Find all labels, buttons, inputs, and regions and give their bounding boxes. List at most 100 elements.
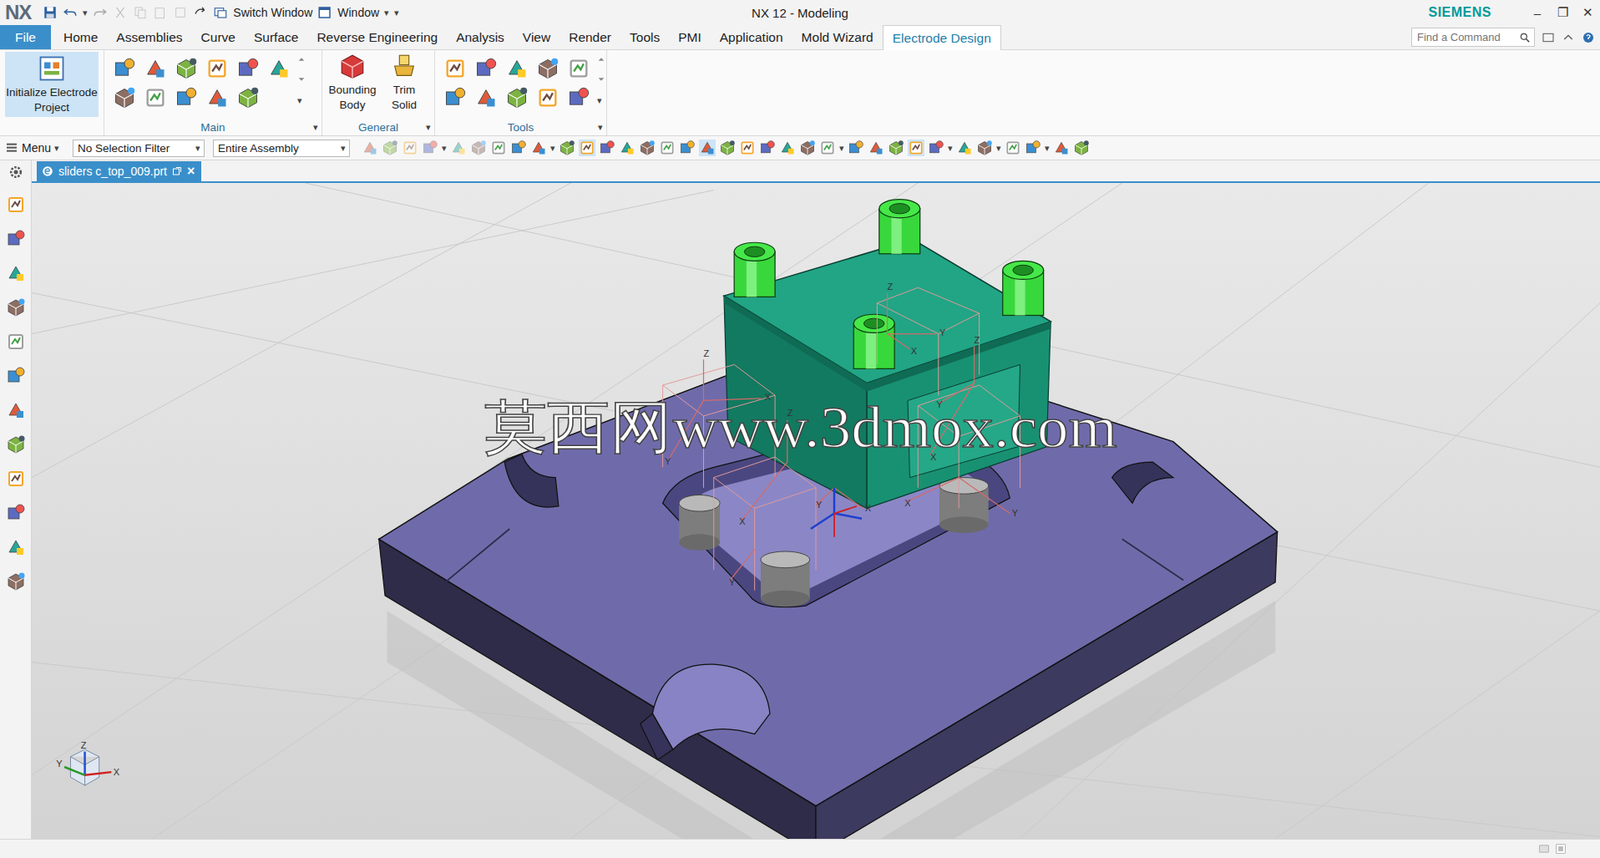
reuse-library-icon[interactable]	[5, 297, 26, 318]
selection-tool-icon[interactable]	[907, 139, 925, 157]
tool-icon[interactable]	[505, 56, 529, 81]
bounding-body-icon[interactable]	[338, 51, 367, 81]
selection-tool-icon[interactable]	[618, 139, 636, 157]
manufacturing-wizard-icon[interactable]	[5, 502, 26, 523]
web-browser-icon[interactable]	[5, 571, 26, 592]
selection-tool-icon[interactable]	[558, 139, 576, 157]
initialize-electrode-project-button[interactable]: Initialize Electrode Project	[5, 51, 99, 117]
tool-dropdown[interactable]: ▾	[441, 142, 447, 154]
history-icon[interactable]	[5, 400, 26, 421]
close-tab-button[interactable]: ×	[187, 163, 195, 179]
minimize-button[interactable]: –	[1524, 5, 1550, 21]
group-menu[interactable]: ▾	[425, 121, 431, 133]
search-icon[interactable]	[1518, 31, 1531, 44]
window-icon[interactable]	[317, 5, 333, 21]
selection-tool-icon[interactable]	[421, 139, 439, 157]
selection-tool-icon[interactable]	[490, 139, 507, 157]
scroll-up-icon[interactable]	[297, 55, 306, 64]
ribbon-tab[interactable]: View	[513, 25, 560, 50]
electrode-project-icon[interactable]	[36, 53, 67, 84]
undo-icon[interactable]	[62, 5, 78, 21]
menu-icon[interactable]	[5, 141, 19, 155]
process-studio-icon[interactable]	[5, 468, 26, 489]
selection-tool-icon[interactable]	[510, 139, 527, 157]
redo-icon[interactable]	[92, 5, 108, 21]
selection-tool-icon[interactable]	[887, 139, 905, 157]
electrode-tool-icon[interactable]	[174, 56, 198, 81]
collapse-icon[interactable]	[1561, 30, 1575, 45]
view-manager-icon[interactable]	[5, 331, 26, 352]
constraint-navigator-icon[interactable]	[5, 228, 26, 249]
menu-button[interactable]: Menu▾	[5, 141, 68, 155]
electrode-tool-icon[interactable]	[236, 56, 260, 81]
tool-dropdown[interactable]: ▾	[996, 142, 1002, 154]
help-icon[interactable]	[1581, 30, 1595, 45]
restore-button[interactable]: ❐	[1549, 5, 1575, 21]
tool-icon[interactable]	[536, 86, 560, 110]
window-menu[interactable]: Window	[337, 5, 380, 20]
tool-icon[interactable]	[505, 86, 529, 110]
part-navigator-icon[interactable]	[5, 263, 26, 284]
ribbon-tab[interactable]: Application	[710, 25, 793, 50]
selection-tool-icon[interactable]	[381, 139, 399, 157]
ribbon-tab[interactable]: PMI	[668, 25, 711, 50]
tool-dropdown[interactable]: ▾	[550, 142, 556, 154]
selection-tool-icon[interactable]	[638, 139, 656, 157]
selection-tool-icon[interactable]	[658, 139, 676, 157]
ribbon-tab[interactable]: Surface	[244, 25, 308, 50]
selection-tool-icon[interactable]	[779, 139, 796, 157]
electrode-tool-icon[interactable]	[174, 86, 198, 110]
selection-tool-icon[interactable]	[1024, 139, 1042, 157]
paste-icon[interactable]	[152, 5, 168, 21]
selection-tool-icon[interactable]	[361, 139, 379, 157]
document-tab[interactable]: sliders c_top_009.prt×	[36, 161, 202, 182]
undock-icon[interactable]	[172, 166, 183, 177]
copy-icon[interactable]	[132, 5, 148, 21]
selection-tool-icon[interactable]	[739, 139, 756, 157]
assembly-navigator-icon[interactable]	[5, 194, 26, 215]
tool-icon[interactable]	[443, 56, 467, 81]
selection-tool-icon[interactable]	[401, 139, 419, 157]
quick-access-dropdown[interactable]: ▾	[394, 7, 400, 19]
selection-tool-icon[interactable]	[678, 139, 696, 157]
selection-tool-icon[interactable]	[578, 139, 596, 157]
group-menu[interactable]: ▾	[597, 121, 603, 133]
tool-dropdown[interactable]: ▾	[1044, 142, 1050, 154]
group-menu[interactable]: ▾	[313, 121, 319, 133]
electrode-tool-icon[interactable]	[112, 56, 137, 81]
ribbon-tab[interactable]: Mold Wizard	[792, 25, 883, 50]
graphics-window[interactable]: ZYXZXYZYXYXZXYYXZYX莫西网www.3dmox.com	[31, 182, 1600, 839]
tool-icon[interactable]	[474, 56, 498, 81]
gallery-more[interactable]: ▾	[297, 95, 306, 107]
electrode-tool-icon[interactable]	[267, 56, 291, 81]
ribbon-options-icon[interactable]	[1541, 30, 1555, 45]
selection-tool-icon[interactable]	[1053, 139, 1070, 157]
tool-icon[interactable]	[474, 86, 498, 110]
selection-tool-icon[interactable]	[450, 139, 467, 157]
electrode-tool-icon[interactable]	[236, 86, 260, 110]
ribbon-tab[interactable]: Analysis	[446, 25, 514, 50]
model-view[interactable]: ZYXZXYZYXYXZXYYXZYX莫西网www.3dmox.com	[31, 182, 1600, 839]
undo-dropdown[interactable]: ▾	[82, 7, 88, 19]
selection-tool-icon[interactable]	[470, 139, 487, 157]
selection-tool-icon[interactable]	[956, 139, 973, 157]
ribbon-tab[interactable]: Reverse Engineering	[307, 25, 447, 50]
repeat-icon[interactable]	[192, 5, 208, 21]
electrode-tool-icon[interactable]	[143, 86, 168, 110]
bounding-body-button[interactable]: Bounding Body	[327, 51, 378, 112]
electrode-tool-icon[interactable]	[143, 56, 168, 81]
cut-icon[interactable]	[112, 5, 128, 21]
selection-tool-icon[interactable]	[530, 139, 547, 157]
search-box[interactable]	[1411, 27, 1535, 47]
selection-tool-icon[interactable]	[1004, 139, 1022, 157]
switch-window-icon[interactable]	[212, 5, 228, 21]
scroll-down-icon[interactable]	[297, 75, 306, 84]
delete-icon[interactable]	[172, 5, 188, 21]
selection-scope-dropdown[interactable]: Entire Assembly▾	[212, 139, 350, 157]
roles-icon[interactable]	[5, 365, 26, 386]
ribbon-tab[interactable]: Curve	[192, 25, 245, 50]
system-materials-icon[interactable]	[5, 434, 26, 455]
tool-icon[interactable]	[536, 56, 560, 81]
window-dropdown[interactable]: ▾	[384, 7, 390, 19]
tool-icon[interactable]	[443, 86, 467, 110]
